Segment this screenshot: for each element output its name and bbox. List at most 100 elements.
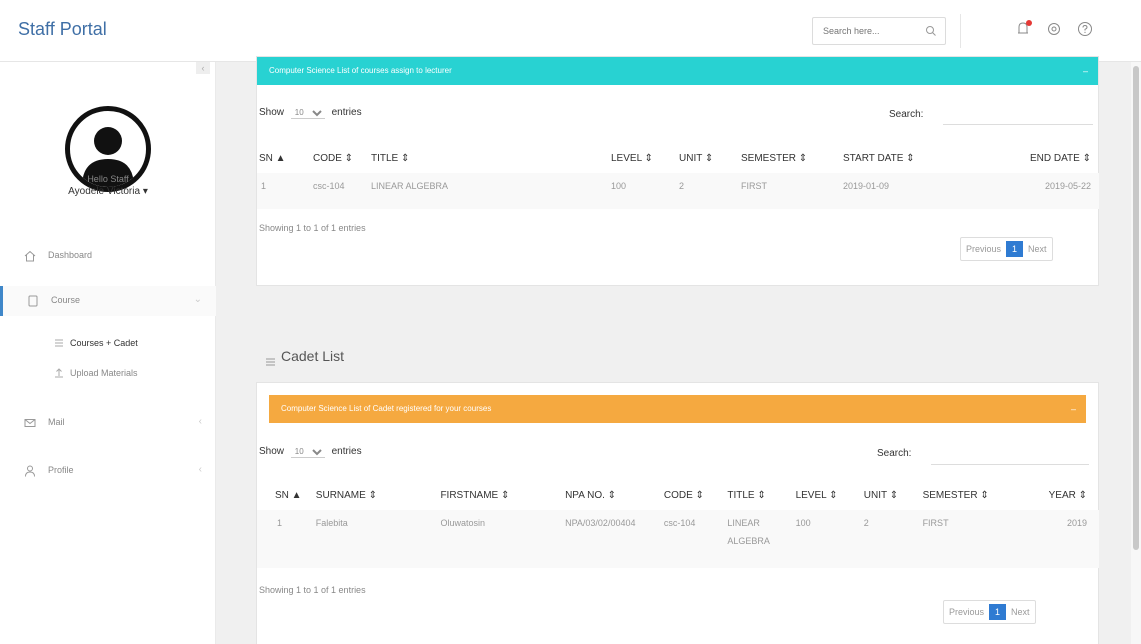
entries-label: entries xyxy=(331,107,362,118)
table-row[interactable]: 1 csc-104 LINEAR ALGEBRA 100 2 FIRST 201… xyxy=(257,173,1099,209)
sidebar-item-label: Mail xyxy=(48,417,65,427)
top-header: Staff Portal xyxy=(0,0,1141,62)
cell-title: LINEAR ALGEBRA xyxy=(727,518,770,546)
page-scrollbar-thumb[interactable] xyxy=(1133,66,1139,550)
sort-header-semester[interactable]: SEMESTER ⇕ xyxy=(741,143,843,173)
table-search-label: Search: xyxy=(877,448,912,459)
sort-header-npa-no[interactable]: NPA NO. ⇕ xyxy=(565,480,664,510)
sidebar-collapse-button[interactable]: ‹ xyxy=(196,62,210,74)
sidebar-item-label: Course xyxy=(51,295,81,305)
sort-header-code[interactable]: CODE ⇕ xyxy=(664,480,728,510)
brand-title[interactable]: Staff Portal xyxy=(18,19,107,40)
cell-start-date: 2019-01-09 xyxy=(843,181,890,191)
sort-header-firstname[interactable]: FIRSTNAME ⇕ xyxy=(440,480,565,510)
header-divider xyxy=(960,14,961,48)
sidebar-subitem-courses-cadet[interactable]: Courses + Cadet xyxy=(0,334,216,354)
cell-title: LINEAR ALGEBRA xyxy=(371,181,449,191)
mail-icon xyxy=(23,416,37,430)
sidebar-subitem-label: Upload Materials xyxy=(70,368,138,378)
search-icon[interactable] xyxy=(925,25,937,37)
cell-firstname: Oluwatosin xyxy=(440,518,485,528)
table-header-row: SN ▲ CODE ⇕ TITLE ⇕ LEVEL ⇕ UNIT ⇕ SEMES… xyxy=(257,143,1099,173)
sidebar-item-label: Dashboard xyxy=(48,250,93,260)
sort-header-sn[interactable]: SN ▲ xyxy=(257,480,316,510)
cell-semester: FIRST xyxy=(922,518,949,528)
settings-icon[interactable] xyxy=(1045,20,1063,38)
cell-code: csc-104 xyxy=(663,518,696,528)
sort-header-level[interactable]: LEVEL ⇕ xyxy=(611,143,679,173)
minus-icon[interactable]: – xyxy=(1083,66,1088,76)
cell-unit: 2 xyxy=(863,518,869,528)
courses-panel-heading: Computer Science List of courses assign … xyxy=(257,57,1098,85)
cell-level: 100 xyxy=(611,181,627,191)
next-page-button[interactable]: Next xyxy=(1023,244,1052,254)
help-icon[interactable] xyxy=(1076,20,1094,38)
cell-end-date: 2019-05-22 xyxy=(1044,181,1091,191)
entries-length-control: Show 10 entries xyxy=(259,446,362,458)
entries-label: entries xyxy=(331,446,362,457)
sort-header-semester[interactable]: SEMESTER ⇕ xyxy=(923,480,1029,510)
page-1-button[interactable]: 1 xyxy=(989,604,1007,620)
list-icon xyxy=(53,337,65,349)
chevron-left-icon: ‹ xyxy=(198,464,202,475)
cadet-table: SN ▲ SURNAME ⇕ FIRSTNAME ⇕ NPA NO. ⇕ COD… xyxy=(257,480,1099,568)
panel-heading-text: Computer Science List of Cadet registere… xyxy=(281,404,492,413)
entries-select[interactable]: 10 xyxy=(290,446,325,458)
section-title: Cadet List xyxy=(266,348,345,366)
sidebar-item-dashboard[interactable]: Dashboard xyxy=(0,241,216,271)
header-search xyxy=(812,17,946,45)
table-row[interactable]: 1 Falebita Oluwatosin NPA/03/02/00404 cs… xyxy=(257,510,1099,568)
header-search-input[interactable] xyxy=(813,18,921,44)
sort-header-unit[interactable]: UNIT ⇕ xyxy=(864,480,923,510)
table-search-input[interactable] xyxy=(943,103,1093,125)
minus-icon[interactable]: – xyxy=(1071,404,1076,414)
chevron-down-icon: ⌄ xyxy=(193,294,202,305)
cadet-panel-heading: Computer Science List of Cadet registere… xyxy=(269,395,1086,423)
sort-header-year[interactable]: YEAR ⇕ xyxy=(1028,480,1099,510)
greeting-text: Hello Staff xyxy=(87,174,129,184)
sort-header-end-date[interactable]: END DATE ⇕ xyxy=(959,143,1099,173)
sort-header-sn[interactable]: SN ▲ xyxy=(257,143,313,173)
sidebar-subitem-upload-materials[interactable]: Upload Materials xyxy=(0,364,216,384)
sidebar-item-label: Profile xyxy=(48,465,74,475)
chevron-left-icon: ‹ xyxy=(198,416,202,427)
sidebar-item-mail[interactable]: Mail ‹ xyxy=(0,408,216,438)
sort-header-unit[interactable]: UNIT ⇕ xyxy=(679,143,741,173)
list-icon xyxy=(266,353,275,366)
next-page-button[interactable]: Next xyxy=(1006,607,1035,617)
courses-table: SN ▲ CODE ⇕ TITLE ⇕ LEVEL ⇕ UNIT ⇕ SEMES… xyxy=(257,143,1099,209)
cell-year: 2019 xyxy=(1066,518,1087,528)
panel-heading-text: Computer Science List of courses assign … xyxy=(269,66,452,75)
notification-icon[interactable] xyxy=(1014,20,1032,38)
table-info: Showing 1 to 1 of 1 entries xyxy=(259,585,366,595)
previous-page-button[interactable]: Previous xyxy=(961,244,1006,254)
cell-level: 100 xyxy=(795,518,811,528)
section-title-text: Cadet List xyxy=(281,348,345,364)
show-label: Show xyxy=(259,107,285,118)
cell-semester: FIRST xyxy=(741,181,767,191)
tablet-icon xyxy=(26,294,40,308)
sidebar-item-course[interactable]: Course ⌄ xyxy=(0,286,216,316)
sort-header-title[interactable]: TITLE ⇕ xyxy=(727,480,795,510)
upload-icon xyxy=(53,367,65,379)
cell-surname: Falebita xyxy=(315,518,348,528)
sort-header-surname[interactable]: SURNAME ⇕ xyxy=(316,480,441,510)
cell-sn: 1 xyxy=(261,181,267,191)
table-info: Showing 1 to 1 of 1 entries xyxy=(259,223,366,233)
sort-header-code[interactable]: CODE ⇕ xyxy=(313,143,371,173)
sidebar-item-profile[interactable]: Profile ‹ xyxy=(0,456,216,486)
page-1-button[interactable]: 1 xyxy=(1006,241,1024,257)
table-search-input[interactable] xyxy=(931,443,1089,465)
sidebar-subitem-label: Courses + Cadet xyxy=(70,338,138,348)
previous-page-button[interactable]: Previous xyxy=(944,607,989,617)
sort-header-level[interactable]: LEVEL ⇕ xyxy=(796,480,864,510)
notification-badge xyxy=(1026,20,1032,26)
sort-header-start-date[interactable]: START DATE ⇕ xyxy=(843,143,959,173)
entries-select[interactable]: 10 xyxy=(290,107,325,119)
sort-header-title[interactable]: TITLE ⇕ xyxy=(371,143,611,173)
table-header-row: SN ▲ SURNAME ⇕ FIRSTNAME ⇕ NPA NO. ⇕ COD… xyxy=(257,480,1099,510)
user-icon xyxy=(23,464,37,478)
user-menu-toggle[interactable]: Ayodele Victoria ▾ xyxy=(0,186,216,197)
pagination: Previous 1 Next xyxy=(943,600,1036,624)
cadet-panel: Computer Science List of Cadet registere… xyxy=(256,382,1099,644)
